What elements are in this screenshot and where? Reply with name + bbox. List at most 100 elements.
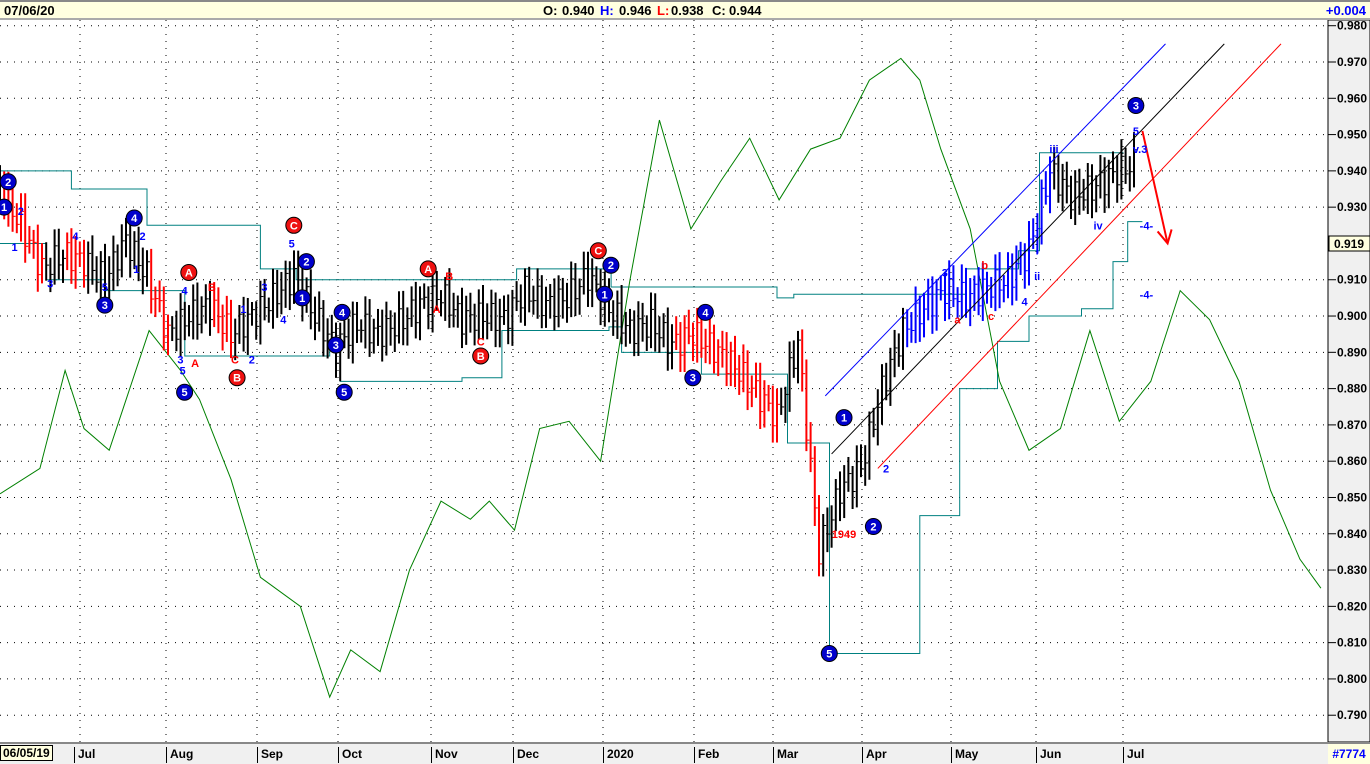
wave-label: 4: [339, 307, 346, 319]
price-change: +0.004: [1325, 3, 1366, 18]
month-label: Aug: [166, 747, 193, 763]
month-label: Dec: [513, 747, 539, 763]
month-label: 2020: [603, 747, 634, 763]
close-label: C:: [712, 3, 726, 18]
wave-label: 4: [72, 231, 79, 243]
wave-label: A: [424, 264, 432, 276]
wave-label: C: [477, 336, 485, 348]
wave-label: c: [988, 311, 994, 323]
wave-label: 3: [690, 373, 696, 385]
wave-label: C: [290, 220, 298, 232]
high-label: H:: [600, 3, 614, 18]
wave-label: B: [208, 282, 216, 294]
wave-label: A: [191, 358, 199, 370]
y-tick-label: 0.960: [1337, 91, 1367, 105]
low-label: L:: [657, 3, 670, 18]
start-date: 06/05/19: [0, 745, 53, 761]
last-price: 0.919: [1334, 237, 1364, 251]
wave-label: A: [185, 267, 193, 279]
wave-label: -4-: [1140, 220, 1154, 232]
high-value: 0.946: [619, 3, 652, 18]
y-tick-label: 0.790: [1337, 708, 1367, 722]
wave-label: iv: [1094, 220, 1104, 232]
wave-label: 4: [131, 213, 138, 225]
wave-label: 2: [249, 355, 255, 367]
month-label: Feb: [694, 747, 719, 763]
wave-label: 4: [280, 315, 287, 327]
quote-header: 07/06/20 O: 0.940 H: 0.946 L: 0.938 C: 0…: [0, 0, 1370, 20]
wave-label: 2: [608, 260, 614, 272]
wave-label: 1: [240, 304, 246, 316]
open-value: 0.940: [562, 3, 595, 18]
y-tick-label: 0.870: [1337, 418, 1367, 432]
wave-label: 2: [303, 257, 309, 269]
y-tick-label: 0.900: [1337, 309, 1367, 323]
wave-label: ii: [1034, 271, 1040, 283]
wave-label: 4: [702, 307, 709, 319]
wave-label: 5: [826, 649, 832, 661]
wave-label: a: [954, 315, 961, 327]
wave-label: 5: [341, 387, 347, 399]
wave-label: 4: [182, 286, 189, 298]
y-tick-label: 0.840: [1337, 527, 1367, 541]
wave-label: v.3: [1133, 144, 1147, 156]
month-label: May: [951, 747, 978, 763]
y-tick-label: 0.980: [1337, 20, 1367, 33]
wave-label: 1: [11, 242, 17, 254]
wave-label: 1: [602, 289, 608, 301]
month-label: Oct: [338, 747, 362, 763]
wave-label: -4-: [1140, 289, 1154, 301]
month-label: Jun: [1036, 747, 1061, 763]
y-tick-label: 0.910: [1337, 273, 1367, 287]
wave-label: 5: [179, 365, 185, 377]
wave-label: 2: [5, 177, 11, 189]
wave-label: 2: [870, 522, 876, 534]
y-tick-label: 0.950: [1337, 128, 1367, 142]
month-label: Jul: [1123, 747, 1144, 763]
wave-label: 3: [333, 340, 339, 352]
y-tick-label: 0.880: [1337, 382, 1367, 396]
wave-label: 1: [1, 202, 7, 214]
last-price-marker: 0.919: [1328, 235, 1370, 252]
y-tick-label: 0.820: [1337, 599, 1367, 613]
wave-label: C: [594, 246, 602, 258]
wave-label: B: [233, 373, 241, 385]
y-tick-label: 0.810: [1337, 636, 1367, 650]
wave-label: 3: [47, 278, 53, 290]
y-tick-label: 0.800: [1337, 672, 1367, 686]
y-tick-label: 0.930: [1337, 200, 1367, 214]
wave-label: 1949: [832, 529, 856, 541]
wave-label: 1: [299, 293, 305, 305]
open-label: O:: [543, 3, 558, 18]
wave-label: B: [445, 271, 453, 283]
wave-label: C: [231, 355, 239, 367]
wave-label: 5: [102, 282, 108, 294]
price-chart[interactable]: 21 213453421 A4 B3 A551C 2B34C521435ABACBC214…: [0, 20, 1370, 742]
month-label: Nov: [431, 747, 458, 763]
y-tick-label: 0.860: [1337, 454, 1367, 468]
wave-label: 2: [883, 463, 889, 475]
y-tick-label: 0.850: [1337, 490, 1367, 504]
wave-label: 1: [841, 413, 847, 425]
current-date: 07/06/20: [4, 3, 55, 18]
date-axis[interactable]: 06/05/19 Jul Aug Sep Oct Nov Dec 2020 Feb Mar Apr…: [0, 742, 1370, 764]
wave-label: 3: [1133, 101, 1139, 113]
wave-label: 5: [289, 238, 295, 250]
wave-label: 5: [1133, 126, 1139, 138]
y-tick-label: 0.970: [1337, 55, 1367, 69]
wave-label: 5: [182, 387, 188, 399]
wave-label: A: [433, 304, 441, 316]
record-count: #7774: [1328, 744, 1370, 764]
month-label: Jul: [74, 747, 95, 763]
wave-label: 2: [18, 206, 24, 218]
wave-label: 2: [140, 231, 146, 243]
wave-label: 3: [942, 267, 948, 279]
month-label: Sep: [257, 747, 283, 763]
wave-label: B: [477, 351, 485, 363]
wave-label: i: [1036, 246, 1039, 258]
y-tick-label: 0.830: [1337, 563, 1367, 577]
wave-label: 1: [133, 264, 139, 276]
wave-label: iii: [1049, 144, 1058, 156]
low-value: 0.938: [671, 3, 704, 18]
close-value: 0.944: [729, 3, 762, 18]
